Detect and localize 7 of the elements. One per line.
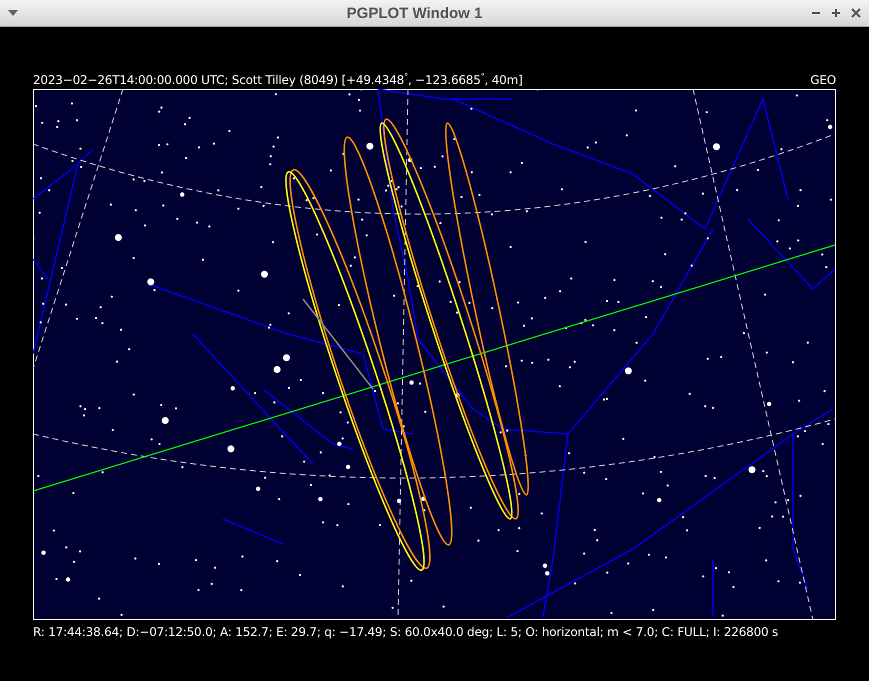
menu-caret-icon[interactable] [8,9,18,17]
plot-status-text: R: 17:44:38.64; D:−07:12:50.0; A: 152.7; E: 29.7; q: −17.49; S: 60.0x40.0 deg; L: 5; O: horizontal; m < 7.0; C: FULL; I: 226800 s [33,625,778,639]
close-icon[interactable] [850,8,861,18]
plot-header-text: 2023−02−26T14:00:00.000 UTC; Scott Tilley (8049) [+49.4348$^{°}$, −123.6685$^{°}$, 40m] [33,72,523,87]
window-title: PGPLOT Window 1 [346,4,482,22]
projection-label: GEO [810,73,836,87]
maximize-icon[interactable] [830,8,841,18]
